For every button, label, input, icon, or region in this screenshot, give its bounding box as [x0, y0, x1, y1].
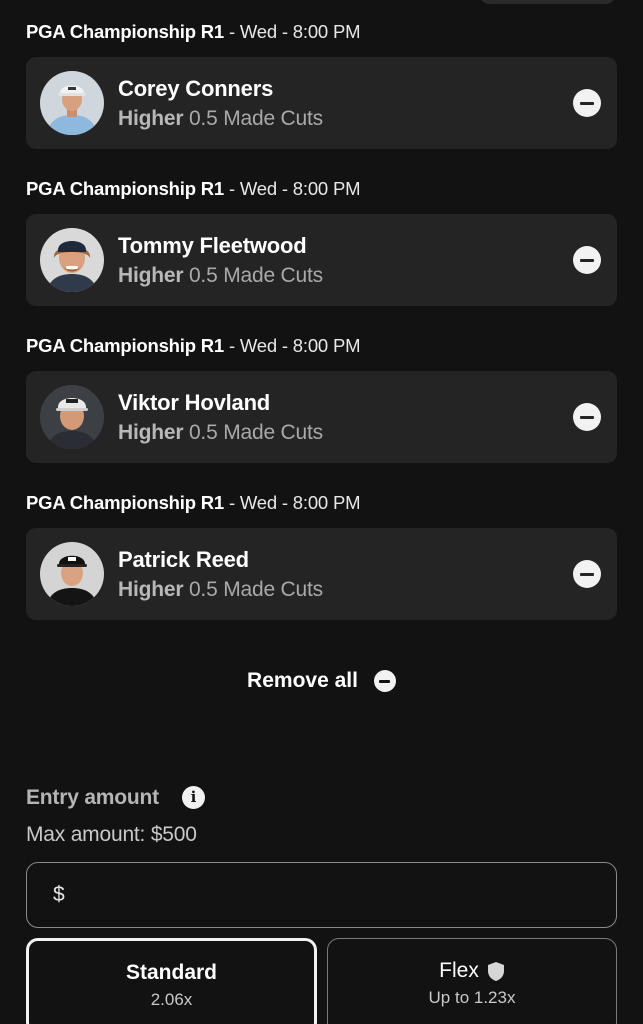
pick-stat: Made Cuts [223, 264, 323, 287]
remove-pick-button[interactable] [573, 560, 601, 588]
player-photo-icon [40, 71, 104, 135]
pick-line-value: 0.5 [188, 264, 218, 287]
flex-mode-title: Flex [439, 959, 479, 982]
player-name: Corey Conners [118, 76, 274, 101]
pick-item: PGA Championship R1 - Wed - 8:00 PM Core… [26, 0, 617, 157]
pick-direction: Higher [118, 578, 184, 601]
flex-mode-button[interactable]: Flex Up to 1.23x [327, 938, 617, 1024]
pick-line-value: 0.5 [188, 578, 218, 601]
pick-card[interactable]: Viktor Hovland Higher 0.5 Made Cuts [26, 371, 617, 463]
info-icon[interactable]: i [182, 786, 205, 809]
standard-mode-button[interactable]: Standard 2.06x [26, 938, 317, 1024]
remove-pick-button[interactable] [573, 246, 601, 274]
flex-mode-title-row: Flex [328, 958, 616, 984]
player-photo-icon [40, 228, 104, 292]
standard-mode-title: Standard [125, 961, 217, 984]
standard-mode-multiplier: 2.06x [150, 990, 193, 1009]
remove-all-label: Remove all [247, 669, 358, 692]
player-photo-icon [40, 385, 104, 449]
currency-symbol: $ [53, 883, 65, 906]
pick-line-value: 0.5 [188, 421, 218, 444]
flex-mode-multiplier: Up to 1.23x [428, 988, 516, 1007]
player-name: Patrick Reed [118, 547, 249, 572]
event-time: - Wed - 8:00 PM [224, 178, 361, 199]
player-photo-icon [40, 542, 104, 606]
event-name: PGA Championship R1 [26, 492, 225, 513]
entry-amount-input[interactable] [75, 877, 595, 913]
pick-stat: Made Cuts [223, 107, 323, 130]
pick-stat: Made Cuts [223, 421, 323, 444]
pick-item: PGA Championship R1 - Wed - 8:00 PM Patr… [26, 471, 617, 628]
pick-line-value: 0.5 [188, 107, 218, 130]
player-avatar [40, 542, 104, 606]
player-avatar [40, 385, 104, 449]
shield-icon [487, 961, 504, 981]
minus-circle-icon [373, 670, 396, 692]
pick-event-header: PGA Championship R1 - Wed - 8:00 PM [26, 491, 361, 515]
pick-event-header: PGA Championship R1 - Wed - 8:00 PM [26, 334, 361, 358]
remove-pick-button[interactable] [573, 89, 601, 117]
pick-direction: Higher [118, 421, 184, 444]
pick-stat: Made Cuts [223, 578, 323, 601]
event-name: PGA Championship R1 [26, 21, 225, 42]
pick-projection: Higher 0.5 Made Cuts [118, 576, 323, 604]
pick-direction: Higher [118, 107, 184, 130]
player-name: Tommy Fleetwood [118, 233, 307, 258]
event-name: PGA Championship R1 [26, 178, 225, 199]
event-name: PGA Championship R1 [26, 335, 225, 356]
pick-card[interactable]: Tommy Fleetwood Higher 0.5 Made Cuts [26, 214, 617, 306]
pick-list: PGA Championship R1 - Wed - 8:00 PM Core… [26, 0, 617, 628]
lineup-screen: PGA Championship R1 - Wed - 8:00 PM Core… [0, 0, 643, 1024]
remove-pick-button[interactable] [573, 403, 601, 431]
pick-card[interactable]: Patrick Reed Higher 0.5 Made Cuts [26, 528, 617, 620]
pick-card[interactable]: Corey Conners Higher 0.5 Made Cuts [26, 57, 617, 149]
pick-direction: Higher [118, 264, 184, 287]
pick-projection: Higher 0.5 Made Cuts [118, 105, 323, 133]
pick-event-header: PGA Championship R1 - Wed - 8:00 PM [26, 20, 361, 44]
pick-item: PGA Championship R1 - Wed - 8:00 PM Tomm… [26, 157, 617, 314]
pick-projection: Higher 0.5 Made Cuts [118, 262, 323, 290]
entry-amount-label: Entry amount [26, 786, 159, 809]
player-name: Viktor Hovland [118, 390, 271, 415]
event-time: - Wed - 8:00 PM [224, 21, 361, 42]
max-amount-text: Max amount: $500 [26, 823, 197, 846]
entry-amount-field[interactable]: $ [26, 862, 617, 928]
pick-projection: Higher 0.5 Made Cuts [118, 419, 323, 447]
pick-item: PGA Championship R1 - Wed - 8:00 PM Vikt… [26, 314, 617, 471]
remove-all-button[interactable]: Remove all [0, 666, 643, 696]
event-time: - Wed - 8:00 PM [224, 335, 361, 356]
player-avatar [40, 228, 104, 292]
player-avatar [40, 71, 104, 135]
pick-event-header: PGA Championship R1 - Wed - 8:00 PM [26, 177, 361, 201]
event-time: - Wed - 8:00 PM [224, 492, 361, 513]
